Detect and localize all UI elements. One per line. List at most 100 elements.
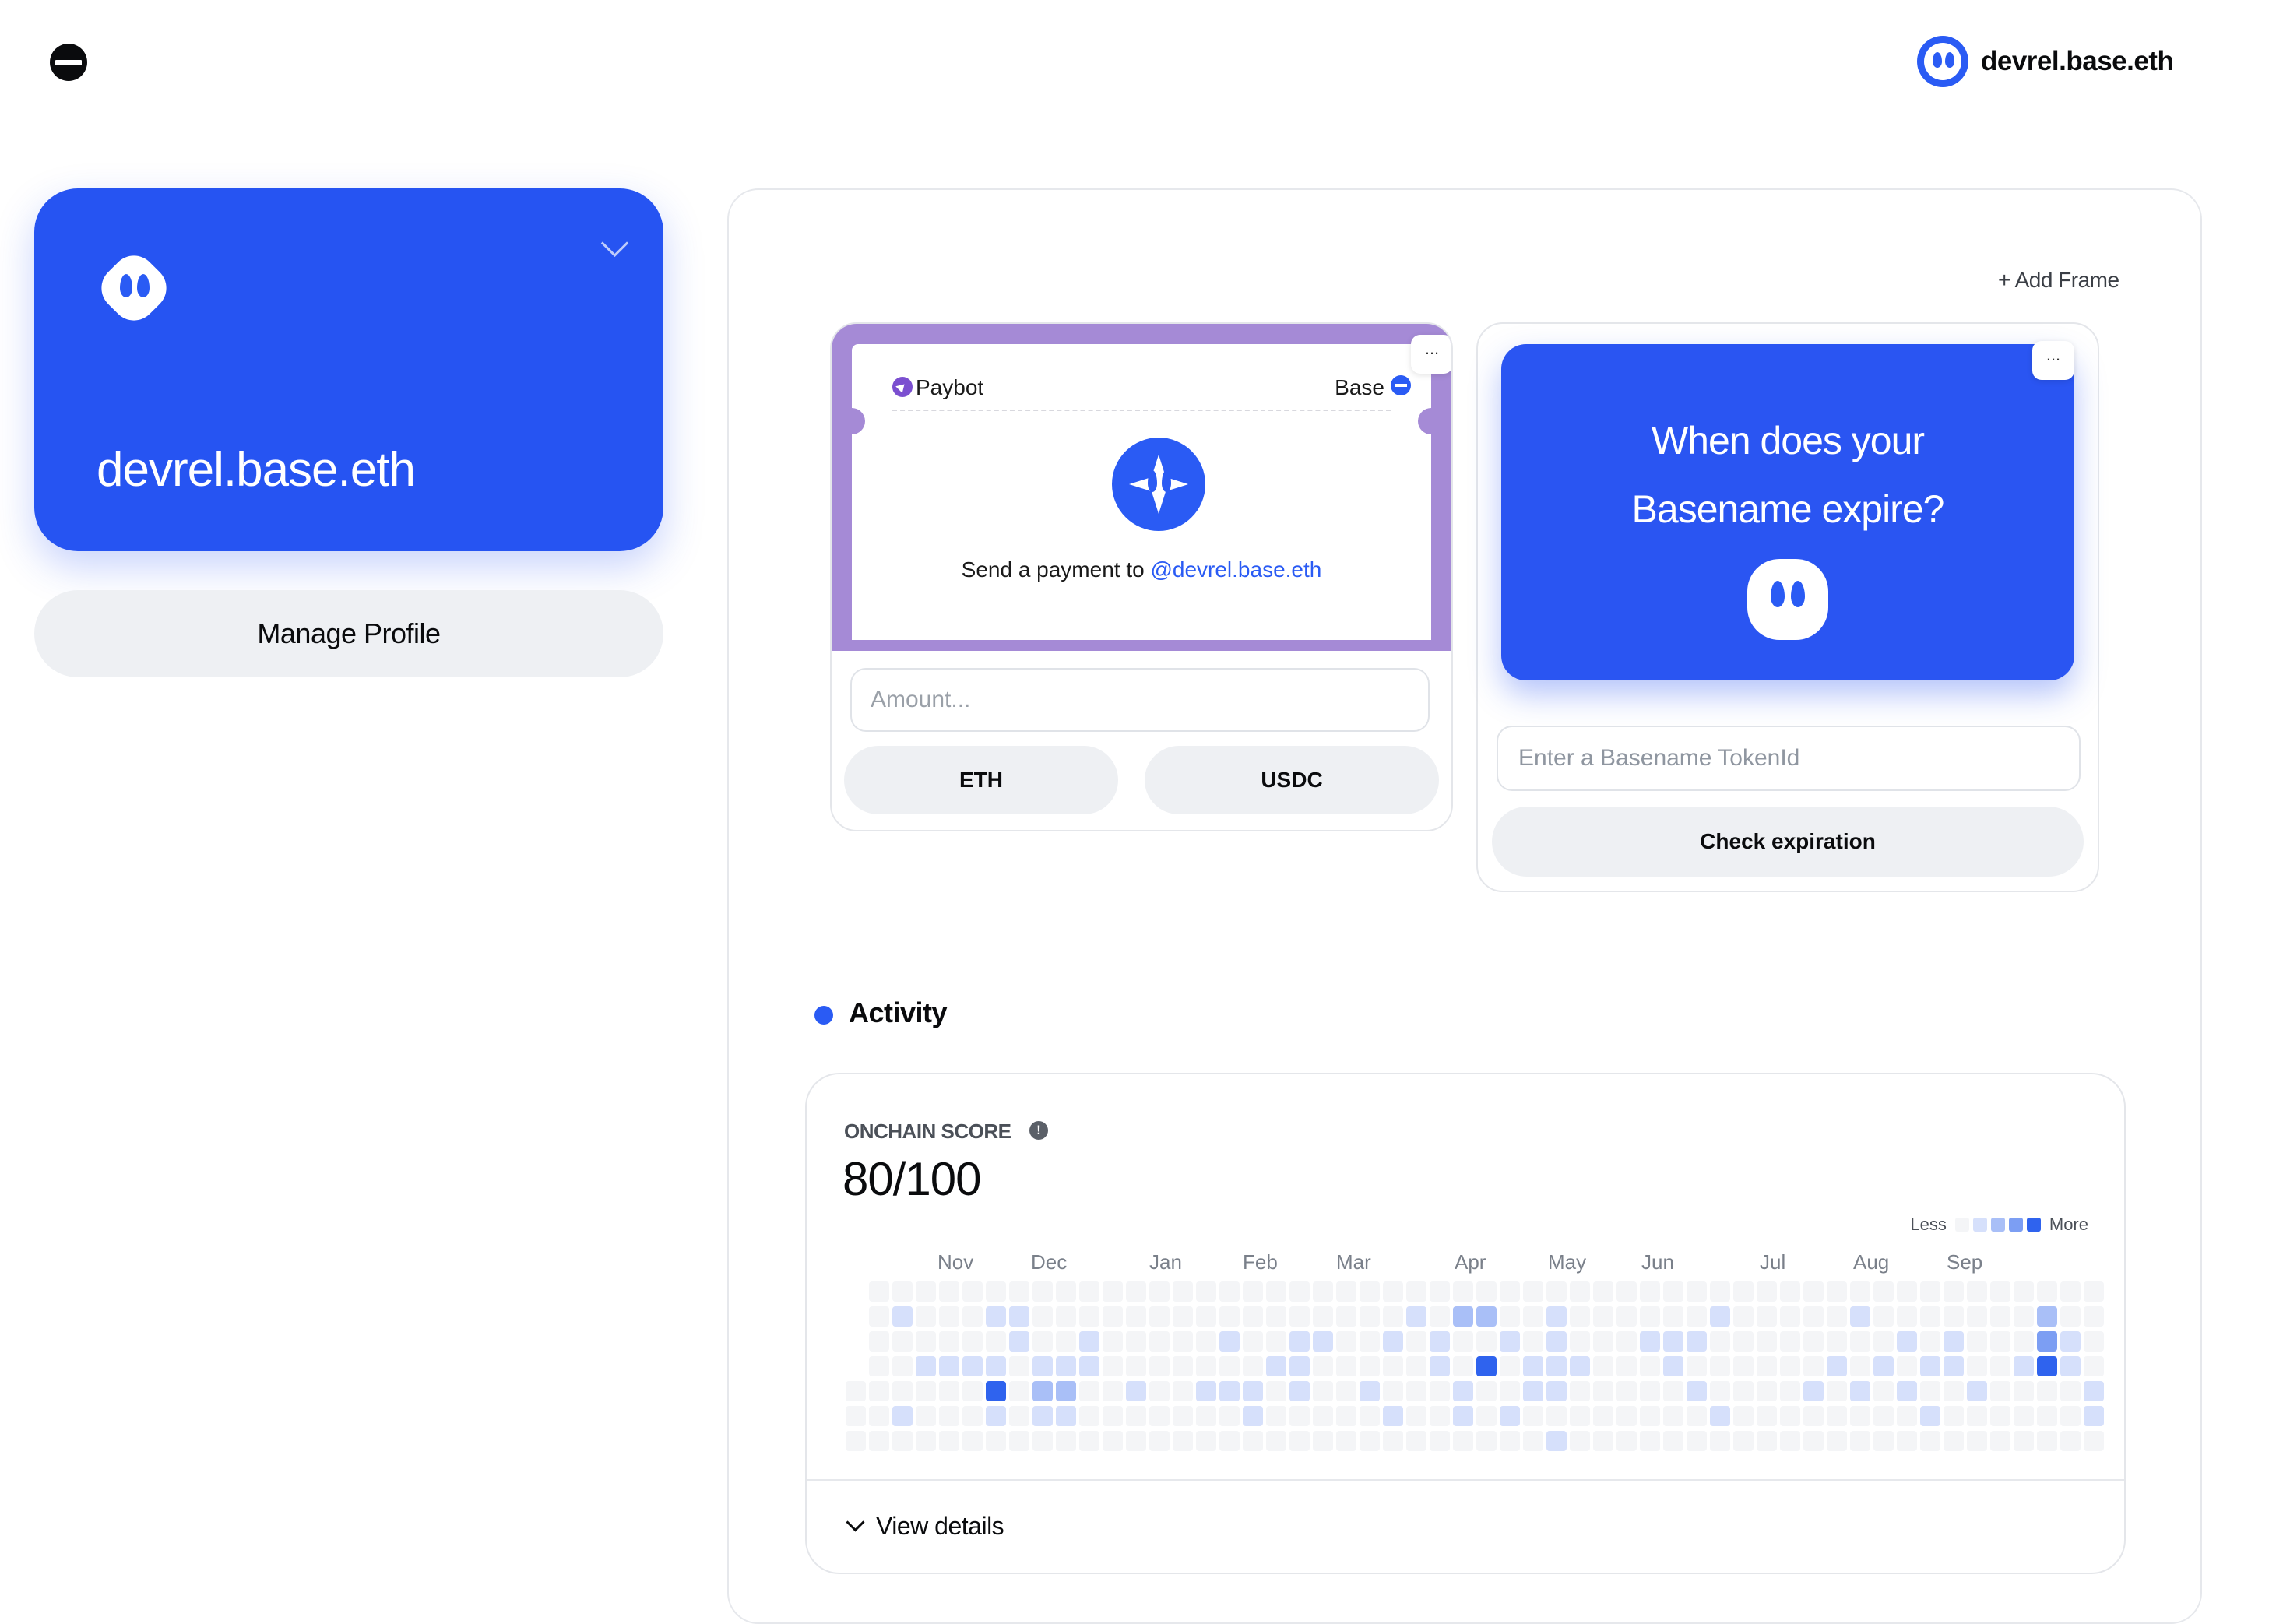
heatmap-cell[interactable] xyxy=(2014,1281,2034,1302)
heatmap-cell[interactable] xyxy=(939,1281,959,1302)
heatmap-cell[interactable] xyxy=(1640,1406,1660,1426)
heatmap-cell[interactable] xyxy=(1360,1381,1380,1401)
heatmap-cell[interactable] xyxy=(1430,1356,1450,1376)
heatmap-cell[interactable] xyxy=(1009,1281,1029,1302)
basename-menu-button[interactable]: ... xyxy=(2032,341,2074,380)
heatmap-cell[interactable] xyxy=(1757,1331,1777,1352)
heatmap-cell[interactable] xyxy=(1616,1281,1637,1302)
heatmap-cell[interactable] xyxy=(1383,1381,1403,1401)
heatmap-cell[interactable] xyxy=(1780,1306,1800,1327)
heatmap-cell[interactable] xyxy=(1990,1381,2010,1401)
heatmap-cell[interactable] xyxy=(1523,1281,1543,1302)
heatmap-cell[interactable] xyxy=(1196,1406,1216,1426)
heatmap-cell[interactable] xyxy=(1032,1356,1053,1376)
heatmap-cell[interactable] xyxy=(1546,1406,1567,1426)
heatmap-cell[interactable] xyxy=(1733,1406,1754,1426)
heatmap-cell[interactable] xyxy=(1476,1306,1497,1327)
heatmap-cell[interactable] xyxy=(1173,1431,1193,1451)
heatmap-cell[interactable] xyxy=(2037,1406,2057,1426)
heatmap-cell[interactable] xyxy=(1032,1306,1053,1327)
heatmap-cell[interactable] xyxy=(1313,1331,1333,1352)
heatmap-cell[interactable] xyxy=(1570,1431,1590,1451)
heatmap-cell[interactable] xyxy=(1570,1381,1590,1401)
heatmap-cell[interactable] xyxy=(1710,1381,1730,1401)
heatmap-cell[interactable] xyxy=(1126,1406,1146,1426)
heatmap-cell[interactable] xyxy=(1476,1431,1497,1451)
heatmap-cell[interactable] xyxy=(1173,1406,1193,1426)
heatmap-cell[interactable] xyxy=(1079,1281,1099,1302)
heatmap-cell[interactable] xyxy=(1967,1306,1987,1327)
heatmap-cell[interactable] xyxy=(1780,1331,1800,1352)
heatmap-cell[interactable] xyxy=(1243,1431,1263,1451)
heatmap-cell[interactable] xyxy=(1967,1406,1987,1426)
heatmap-cell[interactable] xyxy=(1757,1356,1777,1376)
heatmap-cell[interactable] xyxy=(1920,1281,1940,1302)
heatmap-cell[interactable] xyxy=(1243,1381,1263,1401)
heatmap-cell[interactable] xyxy=(1640,1381,1660,1401)
heatmap-cell[interactable] xyxy=(1196,1431,1216,1451)
heatmap-cell[interactable] xyxy=(1850,1331,1870,1352)
heatmap-cell[interactable] xyxy=(1453,1331,1473,1352)
heatmap-cell[interactable] xyxy=(916,1331,936,1352)
heatmap-cell[interactable] xyxy=(1593,1406,1613,1426)
heatmap-cell[interactable] xyxy=(1149,1406,1170,1426)
heatmap-cell[interactable] xyxy=(1967,1381,1987,1401)
heatmap-cell[interactable] xyxy=(939,1331,959,1352)
base-logo-icon[interactable] xyxy=(50,44,87,81)
heatmap-cell[interactable] xyxy=(1430,1381,1450,1401)
heatmap-cell[interactable] xyxy=(1313,1406,1333,1426)
heatmap-cell[interactable] xyxy=(1640,1331,1660,1352)
heatmap-cell[interactable] xyxy=(1173,1281,1193,1302)
heatmap-cell[interactable] xyxy=(1663,1331,1683,1352)
heatmap-cell[interactable] xyxy=(1990,1281,2010,1302)
heatmap-cell[interactable] xyxy=(1944,1406,1964,1426)
heatmap-cell[interactable] xyxy=(1873,1356,1894,1376)
chevron-down-icon[interactable] xyxy=(600,229,629,258)
heatmap-cell[interactable] xyxy=(1126,1306,1146,1327)
heatmap-cell[interactable] xyxy=(1780,1381,1800,1401)
heatmap-cell[interactable] xyxy=(1360,1356,1380,1376)
heatmap-cell[interactable] xyxy=(1944,1281,1964,1302)
heatmap-cell[interactable] xyxy=(1757,1406,1777,1426)
heatmap-cell[interactable] xyxy=(1897,1381,1917,1401)
heatmap-cell[interactable] xyxy=(892,1331,913,1352)
heatmap-cell[interactable] xyxy=(1827,1306,1847,1327)
heatmap-cell[interactable] xyxy=(962,1431,983,1451)
heatmap-cell[interactable] xyxy=(1219,1406,1240,1426)
heatmap-cell[interactable] xyxy=(1500,1306,1520,1327)
heatmap-cell[interactable] xyxy=(1780,1356,1800,1376)
heatmap-cell[interactable] xyxy=(1219,1431,1240,1451)
heatmap-cell[interactable] xyxy=(1430,1431,1450,1451)
heatmap-cell[interactable] xyxy=(1710,1331,1730,1352)
heatmap-cell[interactable] xyxy=(1009,1306,1029,1327)
heatmap-cell[interactable] xyxy=(1523,1381,1543,1401)
heatmap-cell[interactable] xyxy=(1897,1406,1917,1426)
heatmap-cell[interactable] xyxy=(1079,1306,1099,1327)
heatmap-cell[interactable] xyxy=(1430,1406,1450,1426)
heatmap-cell[interactable] xyxy=(1687,1281,1707,1302)
heatmap-cell[interactable] xyxy=(2084,1381,2104,1401)
info-icon[interactable]: ! xyxy=(1029,1121,1048,1140)
heatmap-cell[interactable] xyxy=(1850,1431,1870,1451)
heatmap-cell[interactable] xyxy=(1360,1331,1380,1352)
heatmap-cell[interactable] xyxy=(1873,1281,1894,1302)
heatmap-cell[interactable] xyxy=(962,1406,983,1426)
heatmap-cell[interactable] xyxy=(1546,1381,1567,1401)
heatmap-cell[interactable] xyxy=(1266,1406,1286,1426)
heatmap-cell[interactable] xyxy=(1406,1331,1426,1352)
heatmap-cell[interactable] xyxy=(1219,1331,1240,1352)
heatmap-cell[interactable] xyxy=(1803,1381,1824,1401)
heatmap-cell[interactable] xyxy=(1757,1281,1777,1302)
heatmap-cell[interactable] xyxy=(1803,1306,1824,1327)
heatmap-cell[interactable] xyxy=(892,1431,913,1451)
heatmap-cell[interactable] xyxy=(1640,1356,1660,1376)
heatmap-cell[interactable] xyxy=(2014,1356,2034,1376)
heatmap-cell[interactable] xyxy=(2037,1381,2057,1401)
heatmap-cell[interactable] xyxy=(869,1281,889,1302)
heatmap-cell[interactable] xyxy=(1663,1281,1683,1302)
heatmap-cell[interactable] xyxy=(1032,1406,1053,1426)
heatmap-cell[interactable] xyxy=(986,1406,1006,1426)
heatmap-cell[interactable] xyxy=(1523,1406,1543,1426)
heatmap-cell[interactable] xyxy=(1173,1306,1193,1327)
heatmap-cell[interactable] xyxy=(1406,1431,1426,1451)
